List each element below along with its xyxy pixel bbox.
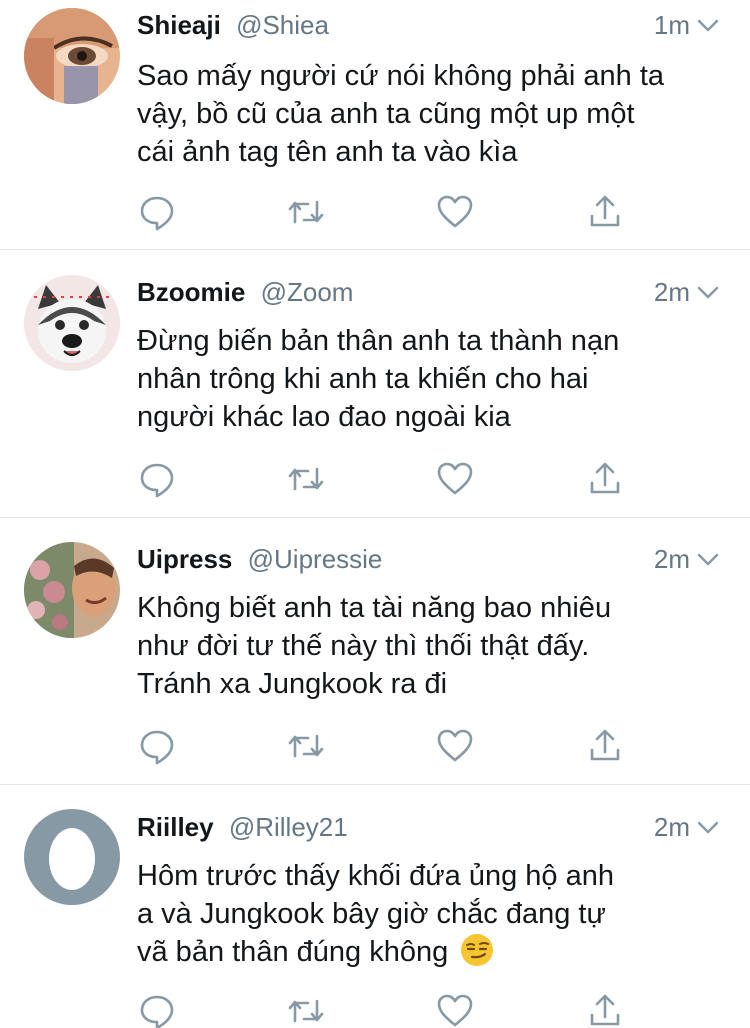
tweet-text: Đừng biến bản thân anh ta thành nạn nhân…	[137, 322, 727, 436]
tweet-header: Uipress @Uipressie 2m	[137, 541, 720, 577]
timeline-feed: Shieaji @Shiea 1m Sao mấy người cứ nói k…	[0, 0, 750, 1028]
display-name[interactable]: Bzoomie	[137, 277, 245, 307]
share-button[interactable]	[585, 991, 625, 1028]
avatar[interactable]	[24, 8, 120, 104]
share-icon	[590, 729, 620, 761]
retweet-button[interactable]	[286, 726, 326, 766]
avatar-photo-eye	[24, 8, 120, 104]
avatar[interactable]	[24, 809, 120, 905]
like-icon	[437, 195, 473, 228]
reply-icon	[140, 730, 174, 765]
tweet[interactable]: Bzoomie @Zoom 2m Đừng biến bản thân anh …	[0, 250, 750, 518]
tweet-header: Bzoomie @Zoom 2m	[137, 274, 720, 310]
timestamp[interactable]: 1m	[654, 7, 690, 43]
avatar-photo-flowers	[24, 542, 120, 638]
tweet-text-line: vậy, bồ cũ của anh ta cũng một up một	[137, 98, 635, 130]
like-icon	[437, 462, 473, 495]
tweet-text-line: a và Jungkook bây giờ chắc đang tự	[137, 898, 606, 930]
reply-icon	[140, 463, 174, 498]
display-name[interactable]: Uipress	[137, 544, 232, 574]
share-icon	[590, 994, 620, 1026]
user-handle[interactable]: @Shiea	[236, 10, 329, 40]
tweet-text: Không biết anh ta tài năng bao nhiêu như…	[137, 589, 727, 703]
tweet-text-line: vã bản thân đúng không	[137, 936, 449, 968]
tweet-meta: 2m	[654, 274, 720, 310]
like-button[interactable]	[435, 991, 475, 1028]
tweet-text-line: người khác lao đao ngoài kia	[137, 401, 511, 433]
tweet-text-line: Không biết anh ta tài năng bao nhiêu	[137, 592, 612, 624]
retweet-button[interactable]	[286, 991, 326, 1028]
tweet-actions	[0, 459, 750, 499]
retweet-icon	[288, 467, 324, 491]
tweet-text-line: như đời tư thế này thì thối thật đấy.	[137, 630, 590, 662]
display-name[interactable]: Shieaji	[137, 10, 221, 40]
tweet-text-line: Tránh xa Jungkook ra đi	[137, 668, 448, 700]
tweet-text-line: Sao mấy người cứ nói không phải anh ta	[137, 60, 664, 92]
retweet-icon	[288, 734, 324, 758]
share-button[interactable]	[585, 459, 625, 499]
tweet-text-line: Đừng biến bản thân anh ta thành nạn	[137, 325, 620, 357]
tweet-header: Riilley @Rilley21 2m	[137, 809, 720, 845]
avatar-photo-husky	[24, 275, 120, 371]
share-button[interactable]	[585, 726, 625, 766]
chevron-down-icon[interactable]	[696, 13, 720, 37]
timestamp[interactable]: 2m	[654, 809, 690, 845]
retweet-icon	[288, 999, 324, 1023]
user-handle[interactable]: @Zoom	[261, 277, 354, 307]
reply-icon	[140, 995, 174, 1028]
avatar[interactable]	[24, 275, 120, 371]
like-button[interactable]	[435, 726, 475, 766]
chevron-down-icon[interactable]	[696, 815, 720, 839]
like-button[interactable]	[435, 459, 475, 499]
tweet-text-line: Hôm trước thấy khối đứa ủng hộ anh	[137, 860, 614, 892]
tweet-meta: 2m	[654, 541, 720, 577]
avatar[interactable]	[24, 542, 120, 638]
tweet-text: Hôm trước thấy khối đứa ủng hộ anh a và …	[137, 857, 727, 971]
user-handle[interactable]: @Rilley21	[229, 812, 348, 842]
reply-button[interactable]	[137, 192, 177, 232]
tweet-text-line-last: vã bản thân đúng không	[137, 933, 727, 971]
tweet-header: Shieaji @Shiea 1m	[137, 7, 720, 43]
tweet-actions	[0, 192, 750, 232]
tweet-actions	[0, 991, 750, 1028]
smirking-face-emoji	[461, 934, 494, 966]
tweet-actions	[0, 726, 750, 766]
tweet[interactable]: Uipress @Uipressie 2m Không biết anh ta …	[0, 518, 750, 785]
tweet[interactable]: Shieaji @Shiea 1m Sao mấy người cứ nói k…	[0, 0, 750, 250]
tweet-text-line: nhân trông khi anh ta khiến cho hai	[137, 363, 589, 395]
like-button[interactable]	[435, 192, 475, 232]
like-icon	[437, 994, 473, 1027]
default-egg-avatar	[24, 809, 120, 905]
retweet-button[interactable]	[286, 459, 326, 499]
reply-button[interactable]	[137, 991, 177, 1028]
share-icon	[590, 195, 620, 227]
share-button[interactable]	[585, 192, 625, 232]
user-handle[interactable]: @Uipressie	[248, 544, 383, 574]
timestamp[interactable]: 2m	[654, 274, 690, 310]
retweet-button[interactable]	[286, 192, 326, 232]
tweet[interactable]: Riilley @Rilley21 2m Hôm trước thấy khối…	[0, 785, 750, 1028]
tweet-meta: 1m	[654, 7, 720, 43]
tweet-meta: 2m	[654, 809, 720, 845]
like-icon	[437, 729, 473, 762]
retweet-icon	[288, 200, 324, 224]
share-icon	[590, 462, 620, 494]
chevron-down-icon[interactable]	[696, 280, 720, 304]
timestamp[interactable]: 2m	[654, 541, 690, 577]
reply-icon	[140, 196, 174, 231]
tweet-text: Sao mấy người cứ nói không phải anh ta v…	[137, 57, 727, 171]
reply-button[interactable]	[137, 459, 177, 499]
tweet-text-line: cái ảnh tag tên anh ta vào kìa	[137, 136, 518, 168]
chevron-down-icon[interactable]	[696, 547, 720, 571]
display-name[interactable]: Riilley	[137, 812, 214, 842]
reply-button[interactable]	[137, 726, 177, 766]
